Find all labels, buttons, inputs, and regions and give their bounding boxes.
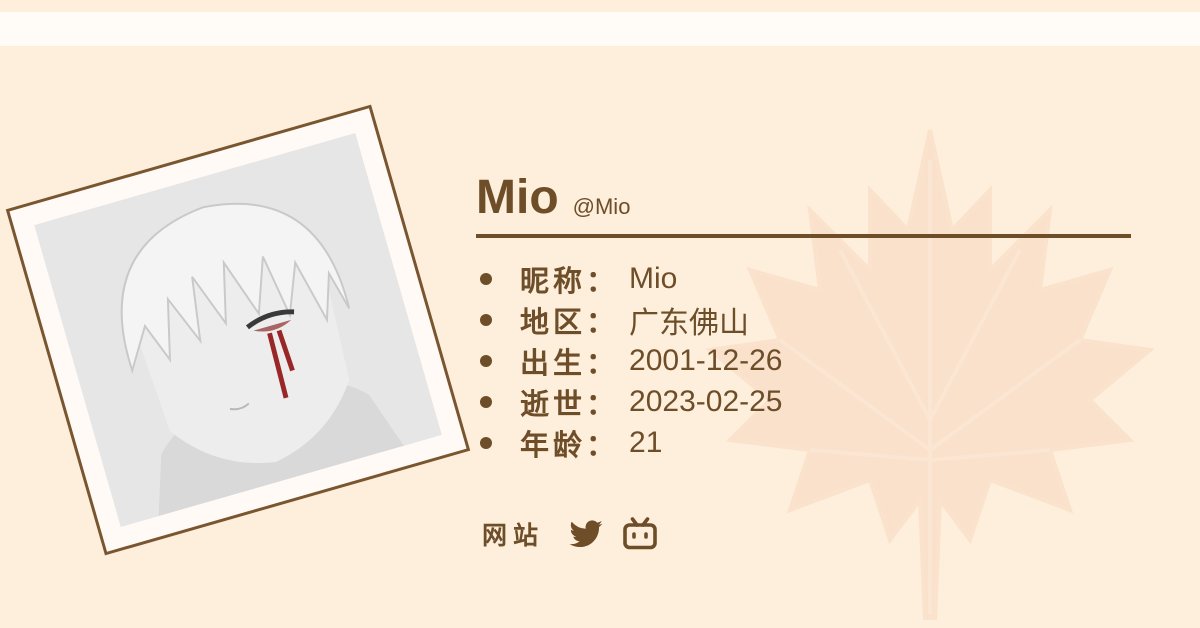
bullet-icon [480,272,492,285]
website-links: 网站 [482,514,674,554]
info-value: 广东佛山 [629,306,750,340]
info-item-age: 年龄 ： 21 [476,422,1131,463]
info-label: 出生 [520,345,587,380]
profile-info-list: 昵称 ： Mio 地区 ： 广东佛山 出生 ： 2001-12-26 逝世 ： … [476,258,1131,463]
info-label: 昵称 [520,263,587,298]
bullet-icon [480,313,492,326]
info-value: Mio [629,261,678,295]
info-label: 逝世 [520,386,587,421]
info-value: 2001-12-26 [629,343,783,377]
info-separator: ： [586,427,616,462]
info-label: 地区 [520,304,587,339]
info-separator: ： [586,386,616,421]
profile-name: Mio [476,171,559,224]
info-separator: ： [586,304,616,339]
bullet-icon [480,354,492,367]
info-separator: ： [586,263,616,298]
bullet-icon [480,395,492,408]
profile-card: Mio @Mio 昵称 ： Mio 地区 ： 广东佛山 出生 ： 2001-12… [476,172,1131,463]
info-value: 21 [629,425,663,459]
website-label: 网站 [482,521,545,550]
info-separator: ： [586,345,616,380]
info-item-region: 地区 ： 广东佛山 [476,299,1131,340]
info-item-death: 逝世 ： 2023-02-25 [476,381,1131,422]
twitter-icon[interactable] [566,514,606,554]
info-value: 2023-02-25 [629,384,783,418]
profile-header: Mio @Mio [476,172,1131,238]
info-item-nickname: 昵称 ： Mio [476,258,1131,299]
profile-handle: @Mio [572,194,631,219]
avatar-photo [34,133,442,527]
info-label: 年龄 [520,427,587,462]
bilibili-icon[interactable] [620,514,660,554]
top-banner-band [0,12,1200,46]
bullet-icon [480,436,492,449]
info-item-birth: 出生 ： 2001-12-26 [476,340,1131,381]
avatar-photo-frame [5,104,471,556]
